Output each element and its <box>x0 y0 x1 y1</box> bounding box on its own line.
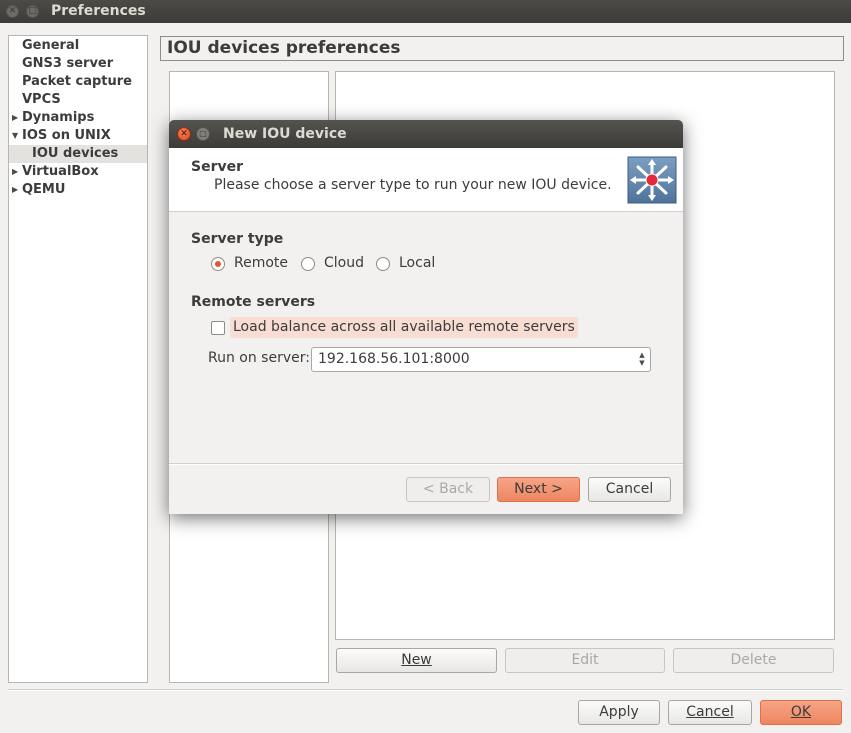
cancel-button[interactable]: Cancel <box>668 700 752 725</box>
tree-item-packet-capture[interactable]: Packet capture <box>9 73 147 91</box>
dialog-cancel-button-label: Cancel <box>605 481 654 497</box>
back-button[interactable]: < Back <box>406 477 490 502</box>
apply-button-label: Apply <box>599 704 639 720</box>
ok-button[interactable]: OK <box>760 700 842 725</box>
maximize-icon: □ <box>28 6 37 16</box>
tree-item-label: GNS3 server <box>22 56 114 71</box>
dialog-maximize-button[interactable]: □ <box>196 127 210 141</box>
new-button-label: New <box>401 652 432 668</box>
load-balance-label[interactable]: Load balance across all available remote… <box>230 317 578 338</box>
window-maximize-button[interactable]: □ <box>26 5 39 18</box>
dialog-divider <box>169 463 683 465</box>
load-balance-checkbox[interactable] <box>211 321 225 335</box>
tree-item-ios-on-unix[interactable]: ▼ IOS on UNIX <box>9 127 147 145</box>
delete-button[interactable]: Delete <box>673 648 834 673</box>
dialog-titlebar: ✕ □ New IOU device <box>169 120 683 148</box>
new-button[interactable]: New <box>336 648 497 673</box>
delete-button-label: Delete <box>730 652 777 668</box>
run-on-server-value: 192.168.56.101:8000 <box>318 351 470 367</box>
edit-button[interactable]: Edit <box>505 648 665 673</box>
close-icon: ✕ <box>8 6 17 16</box>
tree-item-label: General <box>22 38 80 53</box>
expand-arrow-icon[interactable]: ▶ <box>12 181 18 199</box>
ok-button-label: OK <box>790 704 812 720</box>
radio-remote-label[interactable]: Remote <box>234 255 288 271</box>
tree-item-qemu[interactable]: ▶ QEMU <box>9 181 147 199</box>
multilayer-switch-icon <box>627 156 677 204</box>
next-button[interactable]: Next > <box>497 477 580 502</box>
dialog-close-button[interactable]: ✕ <box>177 127 191 141</box>
tree-item-label: Dynamips <box>22 110 95 125</box>
dialog-cancel-button[interactable]: Cancel <box>588 477 671 502</box>
server-type-label: Server type <box>191 231 284 247</box>
tree-item-general[interactable]: General <box>9 37 147 55</box>
radio-local-label[interactable]: Local <box>399 255 435 271</box>
tree-item-label: VirtualBox <box>22 164 99 179</box>
spinner-arrows-icon: ▲ ▼ <box>639 351 645 367</box>
run-on-server-select[interactable]: 192.168.56.101:8000 ▲ ▼ <box>311 347 651 372</box>
tree-item-vpcs[interactable]: VPCS <box>9 91 147 109</box>
tree-item-gns3-server[interactable]: GNS3 server <box>9 55 147 73</box>
wizard-header: Server Please choose a server type to ru… <box>169 148 683 212</box>
edit-button-label: Edit <box>571 652 599 668</box>
window-title: Preferences <box>51 3 146 19</box>
tree-item-iou-devices[interactable]: IOU devices <box>9 145 147 163</box>
radio-cloud-label[interactable]: Cloud <box>324 255 364 271</box>
collapse-arrow-icon[interactable]: ▼ <box>12 127 18 145</box>
tree-item-dynamips[interactable]: ▶ Dynamips <box>9 109 147 127</box>
tree-item-label: IOS on UNIX <box>22 128 111 143</box>
preferences-tree: General GNS3 server Packet capture VPCS … <box>8 35 148 683</box>
tree-item-virtualbox[interactable]: ▶ VirtualBox <box>9 163 147 181</box>
page-title: IOU devices preferences <box>160 36 844 61</box>
radio-cloud[interactable] <box>301 257 315 271</box>
new-iou-device-dialog: ✕ □ New IOU device Server Please choose … <box>169 120 683 514</box>
wizard-header-subtitle: Please choose a server type to run your … <box>214 177 612 193</box>
tree-item-label: QEMU <box>22 182 66 197</box>
tree-item-label: IOU devices <box>32 146 119 161</box>
maximize-icon: □ <box>199 129 207 138</box>
footer-divider <box>8 689 843 691</box>
wizard-header-title: Server <box>191 159 244 175</box>
radio-local[interactable] <box>376 257 390 271</box>
tree-item-label: VPCS <box>22 92 61 107</box>
apply-button[interactable]: Apply <box>578 700 660 725</box>
expand-arrow-icon[interactable]: ▶ <box>12 109 18 127</box>
next-button-label: Next > <box>514 481 563 497</box>
remote-servers-label: Remote servers <box>191 294 316 310</box>
expand-arrow-icon[interactable]: ▶ <box>12 163 18 181</box>
close-icon: ✕ <box>180 129 188 139</box>
tree-item-label: Packet capture <box>22 74 132 89</box>
run-on-server-label: Run on server: <box>208 350 310 366</box>
window-close-button[interactable]: ✕ <box>6 5 19 18</box>
radio-remote[interactable] <box>211 257 225 271</box>
back-button-label: < Back <box>422 481 474 497</box>
dialog-title: New IOU device <box>223 126 347 142</box>
cancel-button-label: Cancel <box>686 704 734 720</box>
window-titlebar: ✕ □ Preferences <box>0 0 851 23</box>
